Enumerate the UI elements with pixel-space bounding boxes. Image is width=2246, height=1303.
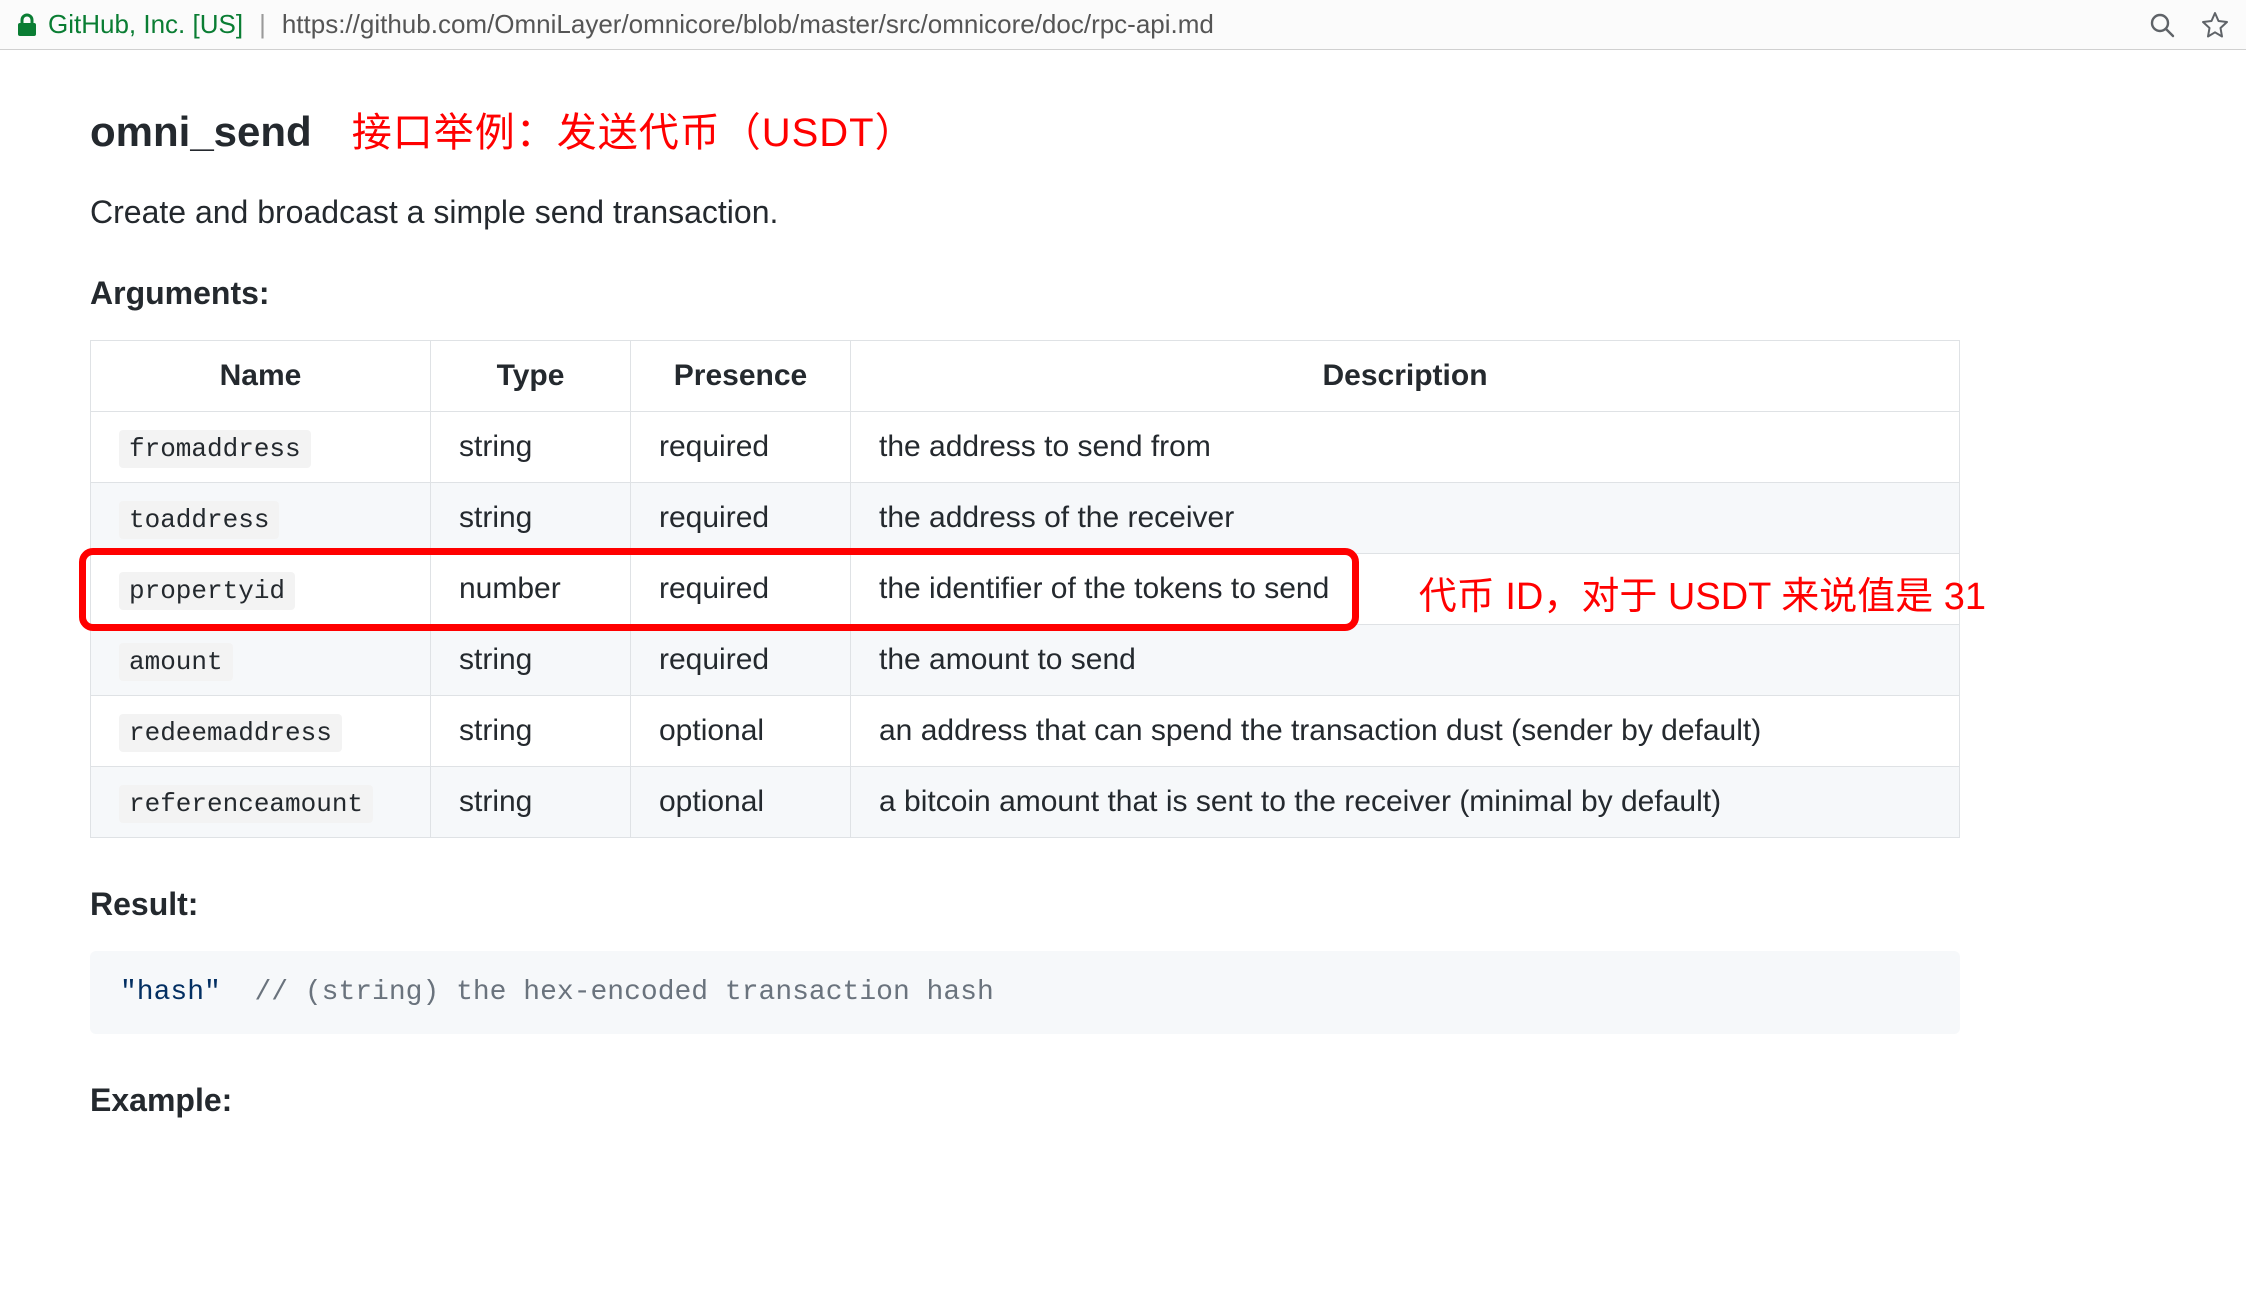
site-identity: GitHub, Inc. [US]	[48, 9, 243, 40]
arg-name-code: amount	[119, 643, 233, 681]
title-annotation: 接口举例：发送代币（USDT）	[352, 100, 916, 158]
cell-description: the amount to send	[851, 625, 1960, 696]
cell-type: number	[431, 554, 631, 625]
arg-name-code: referenceamount	[119, 785, 373, 823]
function-description: Create and broadcast a simple send trans…	[90, 194, 2050, 231]
lock-icon	[16, 12, 38, 38]
table-header-row: Name Type Presence Description	[91, 341, 1960, 412]
cell-name: propertyid	[91, 554, 431, 625]
table-row: referenceamount stringoptionala bitcoin a…	[91, 767, 1960, 838]
cell-name: fromaddress	[91, 412, 431, 483]
cell-presence: optional	[631, 767, 851, 838]
address-bar-left[interactable]: GitHub, Inc. [US] | https://github.com/O…	[16, 9, 2132, 40]
cell-description: the address to send from	[851, 412, 1960, 483]
cell-type: string	[431, 696, 631, 767]
result-heading: Result:	[90, 886, 2050, 923]
cell-type: string	[431, 483, 631, 554]
cell-type: string	[431, 625, 631, 696]
cell-presence: optional	[631, 696, 851, 767]
page-url: https://github.com/OmniLayer/omnicore/bl…	[282, 9, 1214, 40]
cell-description: the address of the receiver	[851, 483, 1960, 554]
arg-name-code: fromaddress	[119, 430, 311, 468]
table-row: redeemaddress stringoptionalan address th…	[91, 696, 1960, 767]
document-body: omni_send 接口举例：发送代币（USDT） Create and bro…	[20, 50, 2120, 1187]
cell-description: an address that can spend the transactio…	[851, 696, 1960, 767]
arguments-heading: Arguments:	[90, 275, 2050, 312]
result-code-block: "hash" // (string) the hex-encoded trans…	[90, 951, 1960, 1034]
cell-name: referenceamount	[91, 767, 431, 838]
zoom-icon[interactable]	[2148, 11, 2176, 39]
address-separator: |	[259, 9, 266, 40]
col-header-type: Type	[431, 341, 631, 412]
table-row: fromaddress stringrequiredthe address to …	[91, 412, 1960, 483]
example-heading: Example:	[90, 1082, 2050, 1119]
cell-type: string	[431, 412, 631, 483]
title-row: omni_send 接口举例：发送代币（USDT）	[90, 100, 2050, 158]
result-hash-literal: "hash"	[120, 977, 221, 1008]
cell-presence: required	[631, 412, 851, 483]
cell-presence: required	[631, 625, 851, 696]
cell-description: a bitcoin amount that is sent to the rec…	[851, 767, 1960, 838]
browser-address-bar: GitHub, Inc. [US] | https://github.com/O…	[0, 0, 2246, 50]
cell-type: string	[431, 767, 631, 838]
arg-name-code: redeemaddress	[119, 714, 342, 752]
arg-name-code: toaddress	[119, 501, 279, 539]
result-comment: // (string) the hex-encoded transaction …	[254, 977, 993, 1008]
cell-presence: required	[631, 554, 851, 625]
cell-name: toaddress	[91, 483, 431, 554]
star-icon[interactable]	[2200, 10, 2230, 40]
cell-presence: required	[631, 483, 851, 554]
address-bar-right	[2148, 10, 2230, 40]
function-name-heading: omni_send	[90, 108, 312, 156]
col-header-name: Name	[91, 341, 431, 412]
cell-name: redeemaddress	[91, 696, 431, 767]
arguments-table-container: Name Type Presence Description fromaddre…	[90, 340, 2050, 838]
highlight-annotation: 代币 ID，对于 USDT 来说值是 31	[1419, 565, 1986, 620]
cell-name: amount	[91, 625, 431, 696]
col-header-presence: Presence	[631, 341, 851, 412]
table-row: toaddress stringrequiredthe address of th…	[91, 483, 1960, 554]
col-header-description: Description	[851, 341, 1960, 412]
arg-name-code: propertyid	[119, 572, 295, 610]
table-row: amount stringrequiredthe amount to send	[91, 625, 1960, 696]
